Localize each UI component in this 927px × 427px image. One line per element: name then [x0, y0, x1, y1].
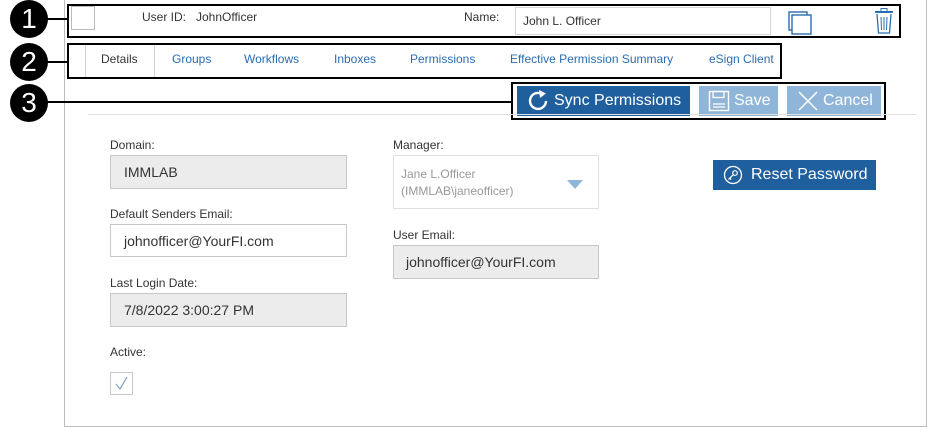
- default-senders-email-label: Default Senders Email:: [110, 207, 233, 221]
- save-label: Save: [734, 92, 771, 109]
- tab-effective-permission-summary[interactable]: Effective Permission Summary: [510, 52, 673, 66]
- sync-icon: [526, 89, 550, 113]
- copy-icon[interactable]: [786, 9, 814, 42]
- chevron-down-icon: [567, 177, 583, 195]
- user-id-label: User ID:: [142, 10, 187, 24]
- manager-name: Jane L.Officer: [401, 167, 476, 181]
- callout-1-line: [46, 18, 68, 20]
- callout-1: 1: [10, 0, 48, 38]
- trash-icon[interactable]: [873, 8, 895, 39]
- last-login-date-field: 7/8/2022 3:00:27 PM: [110, 293, 347, 327]
- tab-groups[interactable]: Groups: [172, 52, 211, 66]
- callout-3-line: [46, 101, 512, 103]
- user-email-label: User Email:: [393, 228, 456, 242]
- callout-3: 3: [10, 84, 48, 122]
- manager-select[interactable]: Jane L.Officer (IMMLAB\janeofficer): [393, 155, 599, 209]
- tab-esign-client[interactable]: eSign Client: [709, 52, 774, 66]
- tab-inboxes[interactable]: Inboxes: [334, 52, 376, 66]
- sync-permissions-button[interactable]: Sync Permissions: [517, 86, 690, 116]
- save-icon: [708, 90, 730, 112]
- key-icon: [723, 165, 743, 185]
- last-login-date-label: Last Login Date:: [110, 276, 198, 290]
- default-senders-email-field[interactable]: johnofficer@YourFI.com: [110, 224, 347, 257]
- callout-2: 2: [10, 43, 48, 81]
- reset-password-label: Reset Password: [751, 166, 868, 183]
- user-email-field: johnofficer@YourFI.com: [393, 245, 599, 279]
- cancel-label: Cancel: [823, 92, 873, 109]
- name-field[interactable]: John L. Officer: [515, 7, 771, 35]
- cancel-icon: [797, 90, 819, 112]
- tab-details[interactable]: Details: [101, 52, 138, 66]
- reset-password-button[interactable]: Reset Password: [713, 160, 876, 190]
- active-label: Active:: [110, 345, 147, 359]
- tab-workflows[interactable]: Workflows: [244, 52, 299, 66]
- user-id-value: JohnOfficer: [196, 10, 258, 24]
- toolbar-divider: [88, 114, 916, 115]
- domain-field: IMMLAB: [110, 155, 347, 189]
- manager-label: Manager:: [393, 138, 444, 152]
- checkmark-icon: [115, 376, 128, 391]
- domain-label: Domain:: [110, 138, 155, 152]
- cancel-button[interactable]: Cancel: [787, 86, 881, 116]
- user-select-checkbox[interactable]: [71, 6, 95, 30]
- sync-permissions-label: Sync Permissions: [554, 92, 682, 109]
- manager-account: (IMMLAB\janeofficer): [401, 184, 514, 198]
- tab-permissions[interactable]: Permissions: [410, 52, 475, 66]
- callout-2-line: [46, 61, 68, 63]
- active-checkbox[interactable]: [110, 372, 133, 395]
- name-label: Name:: [464, 10, 500, 24]
- save-button[interactable]: Save: [699, 86, 778, 116]
